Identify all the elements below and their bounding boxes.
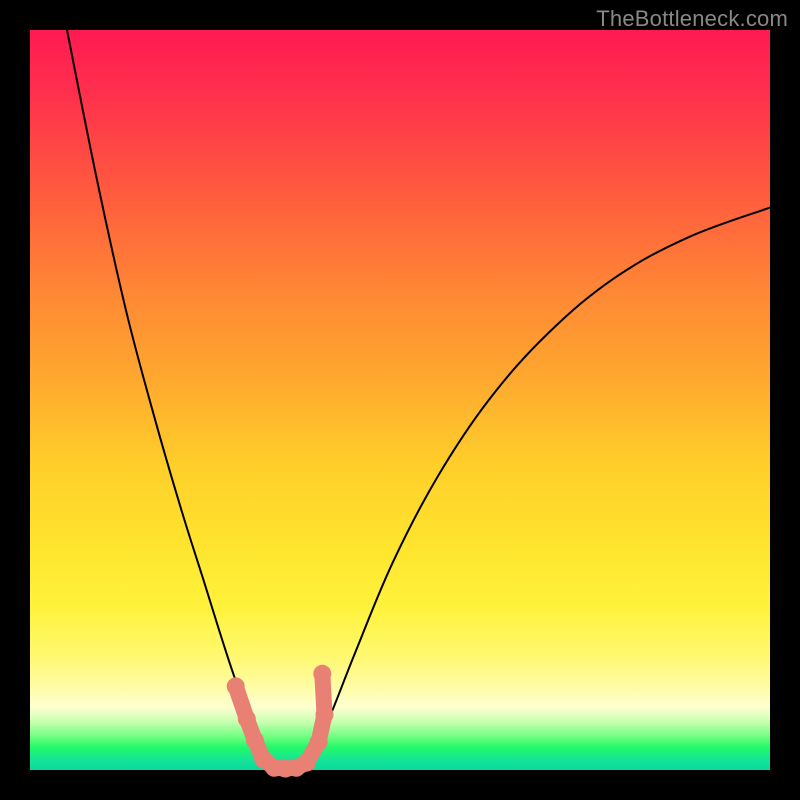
marker-dot bbox=[310, 733, 328, 751]
marker-dot bbox=[238, 710, 256, 728]
curve-right bbox=[304, 208, 770, 768]
curve-left bbox=[67, 30, 274, 768]
marker-dot bbox=[246, 731, 264, 749]
marker-dot bbox=[227, 677, 245, 695]
chart-svg bbox=[30, 30, 770, 770]
marker-dot bbox=[313, 665, 331, 683]
marker-dot bbox=[298, 754, 316, 772]
chart-frame: TheBottleneck.com bbox=[0, 0, 800, 800]
watermark-text: TheBottleneck.com bbox=[596, 6, 788, 32]
marker-dot bbox=[316, 706, 334, 724]
